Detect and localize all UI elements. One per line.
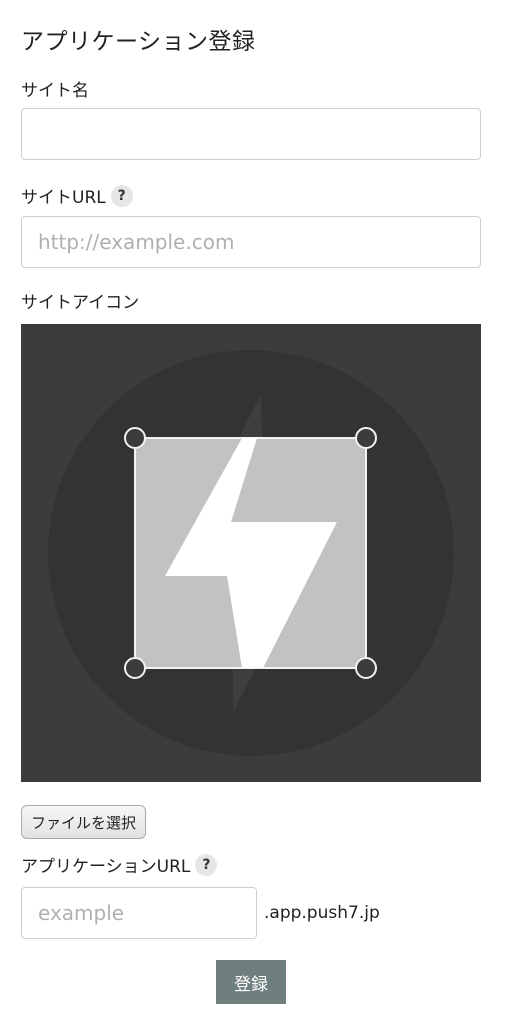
crop-handle-bottom-left-icon[interactable] [124, 657, 146, 679]
app-url-label-row: アプリケーションURL ? [21, 852, 218, 877]
crop-handle-top-left-icon[interactable] [124, 427, 146, 449]
crop-handle-bottom-right-icon[interactable] [355, 657, 377, 679]
site-icon-preview [21, 324, 481, 782]
choose-file-button[interactable]: ファイルを選択 [21, 805, 147, 839]
app-url-input[interactable] [21, 887, 257, 939]
app-url-label: アプリケーションURL [21, 857, 191, 877]
site-url-label: サイトURL [21, 188, 106, 208]
site-name-label: サイト名 [21, 81, 89, 101]
page-title: アプリケーション登録 [21, 29, 256, 55]
app-url-help-icon[interactable]: ? [195, 853, 218, 876]
site-url-label-row: サイトURL ? [21, 183, 133, 208]
site-url-input[interactable] [21, 216, 481, 268]
site-icon-cropper[interactable] [21, 324, 481, 782]
site-name-input[interactable] [21, 108, 481, 160]
register-button[interactable]: 登録 [216, 960, 286, 1004]
crop-handle-top-right-icon[interactable] [355, 427, 377, 449]
site-icon-label: サイトアイコン [21, 293, 140, 313]
site-url-help-icon[interactable]: ? [110, 184, 133, 207]
app-url-domain-suffix: .app.push7.jp [264, 903, 380, 923]
